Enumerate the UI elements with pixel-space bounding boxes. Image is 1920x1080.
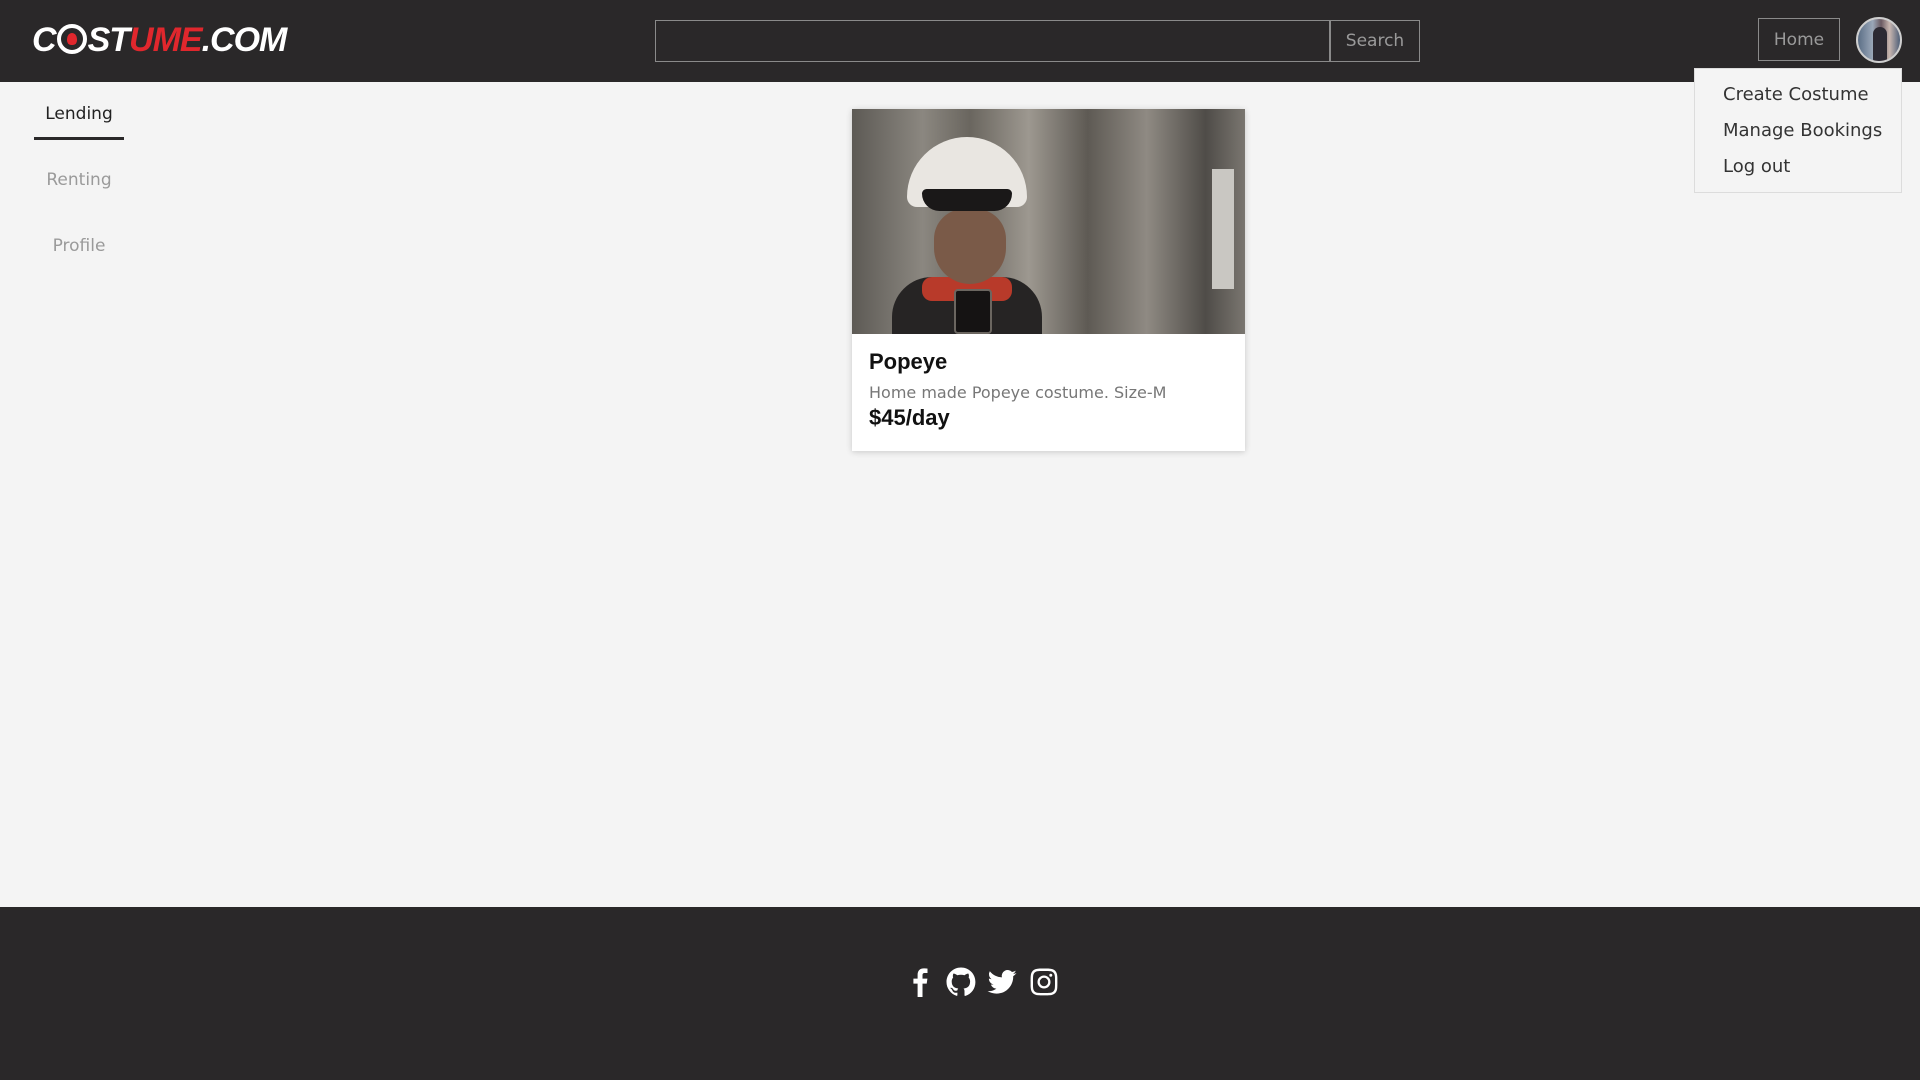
search-button[interactable]: Search <box>1330 20 1420 62</box>
user-dropdown-menu: Create Costume Manage Bookings Log out <box>1694 68 1902 193</box>
costume-logo[interactable]: C STUME.COM <box>32 18 288 62</box>
costume-photo <box>852 109 1245 334</box>
search-input[interactable] <box>655 20 1330 62</box>
logo-text-st: ST <box>87 21 130 59</box>
photo-elevator-panel <box>1212 169 1234 289</box>
photo-phone <box>954 289 992 334</box>
logo-text-com: .COM <box>201 21 288 59</box>
facebook-icon[interactable] <box>904 966 936 998</box>
logo-text-c: C <box>32 21 57 59</box>
photo-face <box>934 209 1006 284</box>
twitter-icon[interactable] <box>986 966 1018 998</box>
menu-item-log-out[interactable]: Log out <box>1695 155 1901 191</box>
sidebar-nav: Lending Renting Profile <box>34 100 124 272</box>
instagram-icon[interactable] <box>1028 966 1060 998</box>
costume-price: $45/day <box>869 405 950 430</box>
costume-description: Home made Popeye costume. Size-M <box>869 383 1167 402</box>
menu-item-create-costume[interactable]: Create Costume <box>1695 83 1901 119</box>
sidebar-item-lending[interactable]: Lending <box>34 100 124 140</box>
home-button[interactable]: Home <box>1758 18 1840 61</box>
logo-text-ume: UME <box>129 21 203 59</box>
sidebar-item-renting[interactable]: Renting <box>34 166 124 206</box>
menu-item-manage-bookings[interactable]: Manage Bookings <box>1695 119 1901 155</box>
mask-icon <box>56 24 87 54</box>
user-avatar[interactable] <box>1856 17 1902 63</box>
sidebar-item-profile[interactable]: Profile <box>34 232 124 272</box>
costume-title: Popeye <box>869 349 948 374</box>
github-icon[interactable] <box>945 966 977 998</box>
photo-hat-brim <box>922 189 1012 211</box>
costume-card[interactable]: Popeye Home made Popeye costume. Size-M … <box>852 109 1245 451</box>
top-navbar: C STUME.COM Search Home <box>0 0 1920 82</box>
